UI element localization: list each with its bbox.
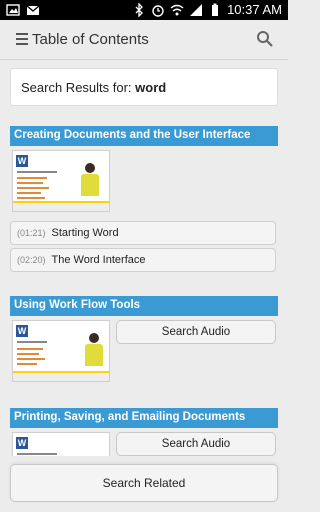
status-time: 10:37 AM bbox=[227, 2, 282, 17]
search-term: word bbox=[135, 80, 167, 95]
chapter-time: (01:21) bbox=[17, 228, 46, 238]
search-results-label: Search Results for: bbox=[21, 80, 136, 95]
search-audio-button[interactable]: Search Audio bbox=[116, 432, 276, 456]
gmail-notification-icon bbox=[26, 5, 40, 15]
chapter-item[interactable]: (02:20) The Word Interface bbox=[10, 248, 276, 272]
video-thumbnail[interactable]: W bbox=[12, 150, 110, 212]
bluetooth-icon bbox=[135, 2, 143, 17]
chapter-item[interactable]: (01:21) Starting Word bbox=[10, 221, 276, 245]
section-title[interactable]: Using Work Flow Tools bbox=[10, 296, 278, 316]
search-icon[interactable] bbox=[256, 30, 274, 48]
chapter-title: Starting Word bbox=[51, 227, 119, 239]
wifi-icon bbox=[170, 4, 184, 15]
status-bar: 10:37 AM bbox=[0, 0, 288, 20]
battery-icon bbox=[212, 3, 219, 16]
search-results-header: Search Results for: word bbox=[10, 68, 278, 106]
signal-icon bbox=[190, 3, 203, 16]
presenter-image bbox=[85, 333, 103, 367]
word-logo-icon: W bbox=[16, 155, 28, 167]
section-title[interactable]: Creating Documents and the User Interfac… bbox=[10, 126, 278, 146]
chapter-time: (02:20) bbox=[17, 255, 46, 265]
word-logo-icon: W bbox=[16, 437, 28, 449]
presenter-image bbox=[81, 163, 99, 197]
app-bar: Table of Contents bbox=[0, 20, 288, 60]
page-title[interactable]: Table of Contents bbox=[32, 31, 149, 48]
video-thumbnail[interactable]: W bbox=[12, 320, 110, 382]
image-notification-icon bbox=[6, 4, 20, 16]
search-audio-button[interactable]: Search Audio bbox=[116, 320, 276, 344]
search-related-button[interactable]: Search Related bbox=[10, 464, 278, 502]
word-logo-icon: W bbox=[16, 325, 28, 337]
alarm-icon bbox=[152, 4, 164, 17]
section-title[interactable]: Printing, Saving, and Emailing Documents bbox=[10, 408, 278, 428]
chapter-title: The Word Interface bbox=[51, 254, 146, 266]
hamburger-menu-icon[interactable] bbox=[16, 33, 28, 45]
